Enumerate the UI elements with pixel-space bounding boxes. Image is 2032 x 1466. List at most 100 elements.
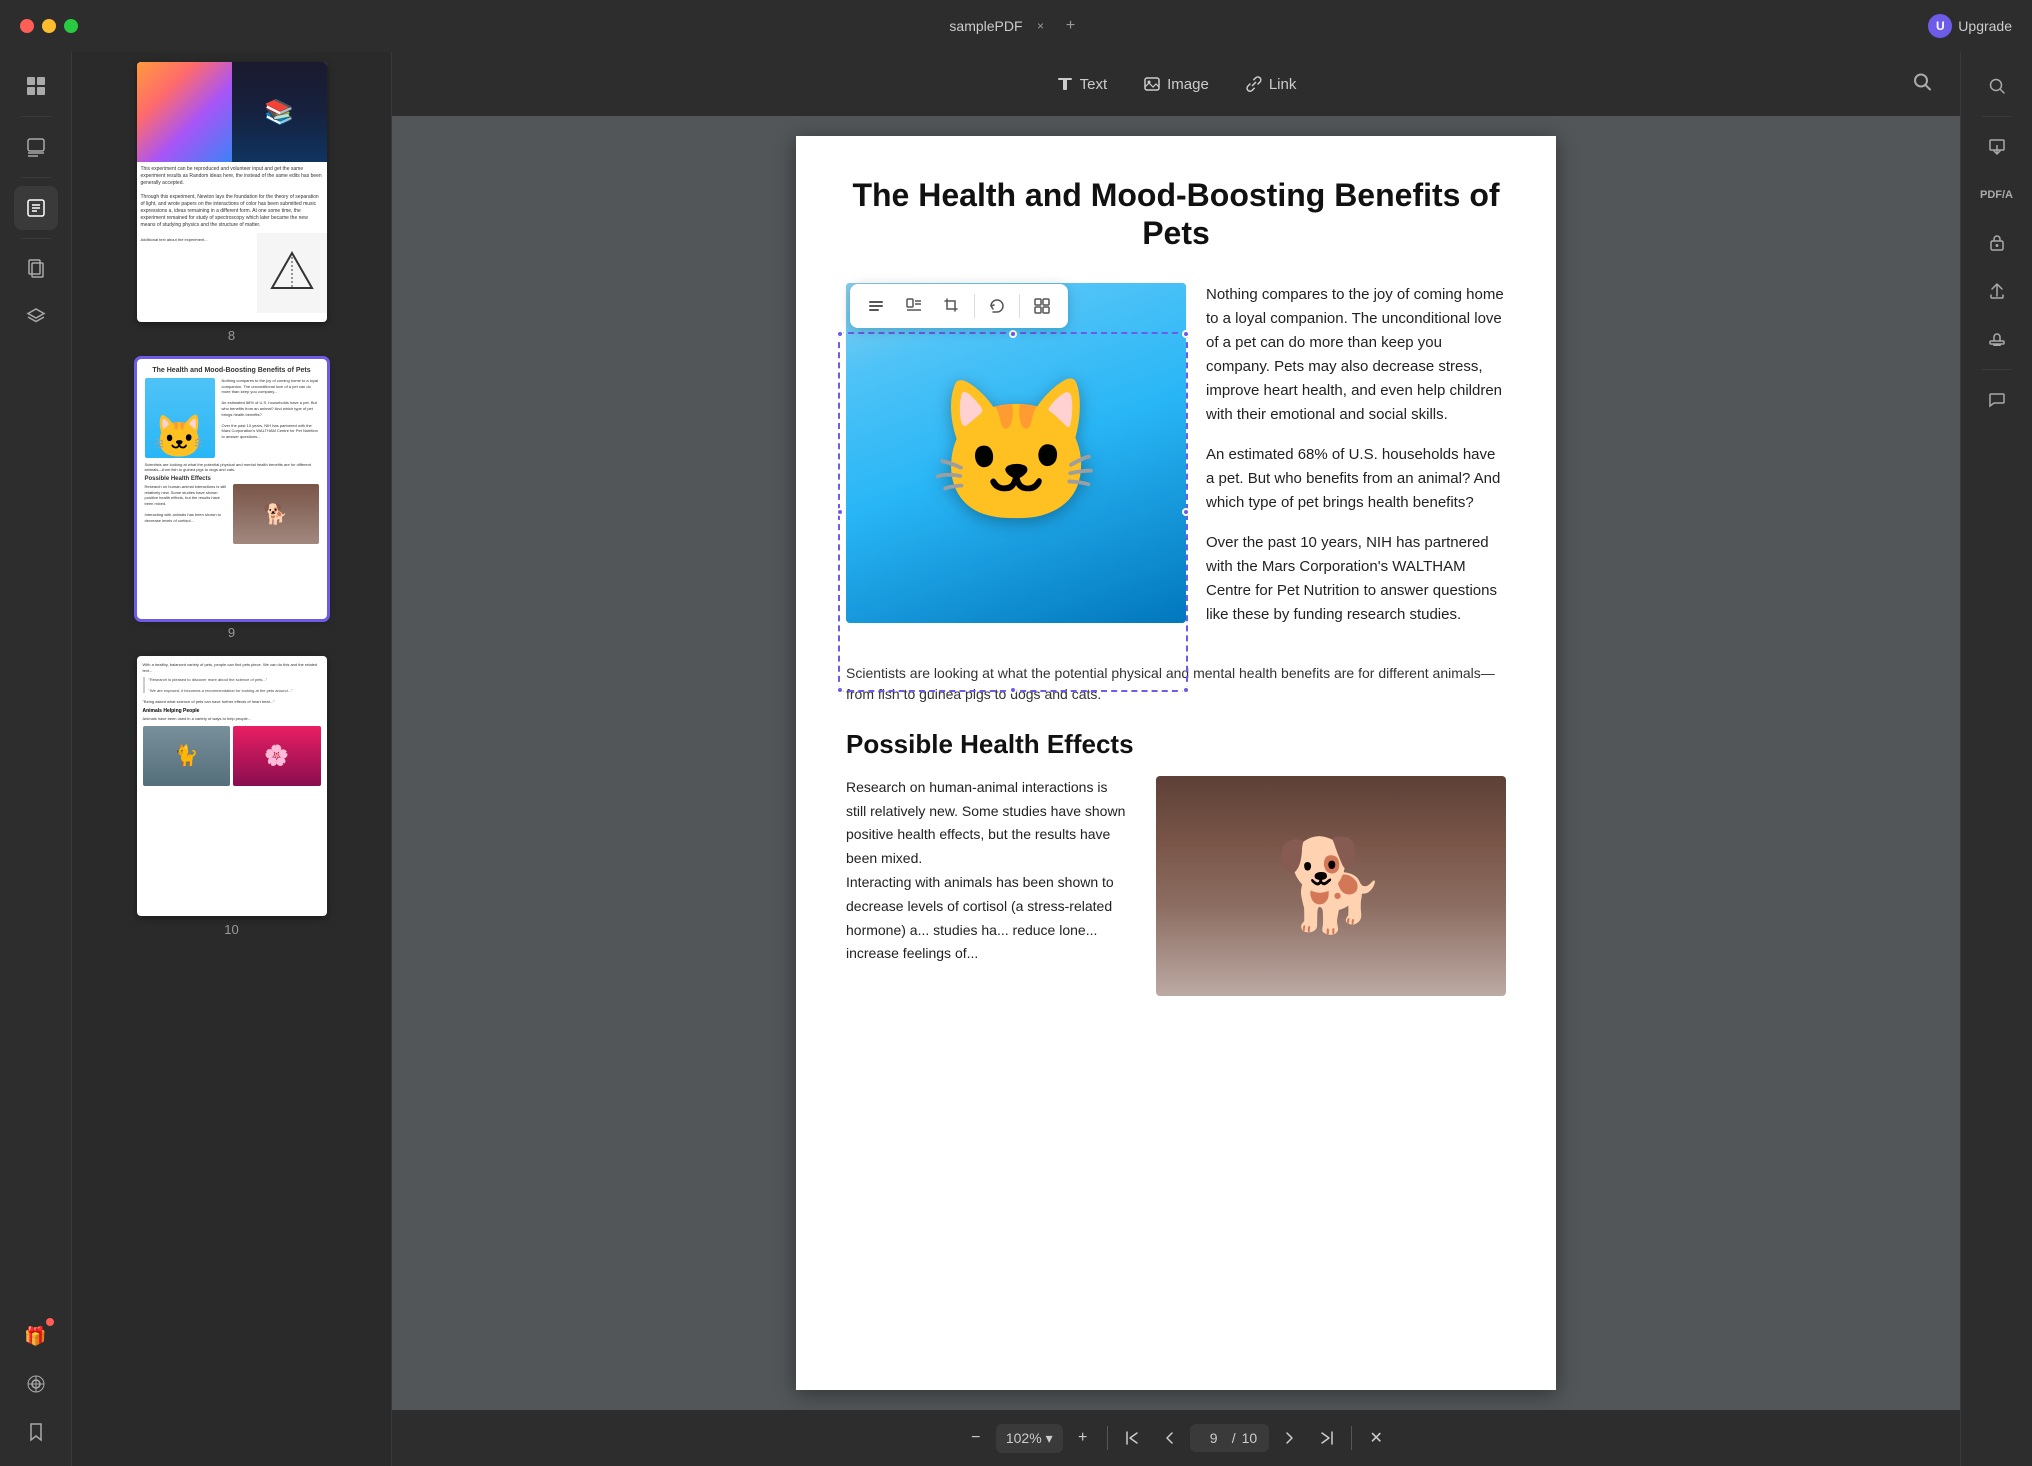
last-page-button[interactable] [1309, 1420, 1345, 1456]
image-icon [1143, 75, 1161, 93]
img-tool-more[interactable] [1026, 290, 1058, 322]
titlebar: samplePDF × + U Upgrade [0, 0, 2032, 52]
handle-top-left[interactable] [836, 330, 844, 338]
minimize-window-button[interactable] [42, 19, 56, 33]
tab-close-button[interactable]: × [1033, 18, 1049, 34]
main-area: 🎁 📚 This [0, 52, 2032, 1466]
image-tool-button[interactable]: Image [1127, 67, 1225, 101]
close-window-button[interactable] [20, 19, 34, 33]
first-page-icon [1124, 1430, 1140, 1446]
page-nav-controls: / 10 [1114, 1420, 1345, 1456]
gift-badge [46, 1318, 54, 1326]
sidebar-gift-icon[interactable]: 🎁 [14, 1314, 58, 1358]
left-sidebar: 🎁 [0, 52, 72, 1466]
page-separator: / [1232, 1430, 1236, 1446]
search-icon [1912, 72, 1932, 92]
right-divider-1 [1982, 116, 2012, 117]
add-tab-button[interactable]: + [1059, 14, 1083, 38]
prev-page-button[interactable] [1152, 1420, 1188, 1456]
zoom-out-button[interactable]: − [958, 1420, 994, 1456]
handle-top-right[interactable] [1182, 330, 1190, 338]
handle-mid-right[interactable] [1182, 508, 1190, 516]
sidebar-divider-1 [21, 116, 51, 117]
img-tool-crop[interactable] [936, 290, 968, 322]
zoom-in-button[interactable]: + [1065, 1420, 1101, 1456]
sidebar-divider-3 [21, 238, 51, 239]
thumbnail-page-9[interactable]: The Health and Mood-Boosting Benefits of… [82, 359, 381, 640]
intro-paragraph-1: Nothing compares to the joy of coming ho… [1206, 283, 1506, 427]
body-text: Research on human-animal interactions is… [846, 776, 1126, 996]
handle-bottom-right[interactable] [1182, 686, 1190, 694]
pdf-viewer: Text Image Link [392, 52, 1960, 1466]
next-page-button[interactable] [1271, 1420, 1307, 1456]
handle-bottom-left[interactable] [836, 686, 844, 694]
handle-mid-left[interactable] [836, 508, 844, 516]
pdf-page: The Health and Mood-Boosting Benefits of… [796, 136, 1556, 1390]
titlebar-right: U Upgrade [1928, 14, 2012, 38]
thumbnail-frame-10: With a healthy, balanced variety of pets… [137, 656, 327, 916]
sidebar-layers2-icon[interactable] [14, 1362, 58, 1406]
zoom-chevron: ▾ [1046, 1430, 1053, 1447]
window-controls [20, 19, 78, 33]
img-tool-align[interactable] [860, 290, 892, 322]
sidebar-edit-icon[interactable] [14, 125, 58, 169]
sidebar-pages-icon[interactable] [14, 247, 58, 291]
sidebar-layers-icon[interactable] [14, 295, 58, 339]
maximize-window-button[interactable] [64, 19, 78, 33]
zoom-display[interactable]: 102% ▾ [996, 1424, 1063, 1453]
sidebar-bookmark-icon[interactable] [14, 1410, 58, 1454]
current-page-input[interactable] [1202, 1430, 1226, 1446]
bottom-content-row: Research on human-animal interactions is… [846, 776, 1506, 996]
link-tool-button[interactable]: Link [1229, 67, 1313, 101]
first-page-button[interactable] [1114, 1420, 1150, 1456]
img-tool-separator [974, 294, 975, 318]
tab-label[interactable]: samplePDF [949, 18, 1022, 34]
pdf-bottom-bar: − 102% ▾ + [392, 1410, 1960, 1466]
search-icon [1987, 76, 2007, 96]
thumbnail-number-10: 10 [224, 922, 238, 937]
thumb8-text: This experiment can be reproduced and vo… [137, 162, 327, 233]
thumbnail-panel[interactable]: 📚 This experiment can be reproduced and … [72, 52, 392, 1466]
upgrade-button[interactable]: U Upgrade [1928, 14, 2012, 38]
link-icon [1245, 75, 1263, 93]
last-page-icon [1319, 1430, 1335, 1446]
body-paragraph-1: Research on human-animal interactions is… [846, 776, 1126, 871]
text-tool-button[interactable]: Text [1040, 67, 1124, 101]
image-tool-label: Image [1167, 76, 1209, 93]
text-icon [1056, 75, 1074, 93]
handle-bottom-mid[interactable] [1009, 686, 1017, 694]
thumbnail-frame-9: The Health and Mood-Boosting Benefits of… [137, 359, 327, 619]
link-tool-label: Link [1269, 76, 1297, 93]
img-tool-wrap[interactable] [898, 290, 930, 322]
page-title: The Health and Mood-Boosting Benefits of… [846, 176, 1506, 253]
zoom-value: 102% [1006, 1430, 1042, 1446]
content-text: Nothing compares to the joy of coming ho… [1206, 283, 1506, 643]
img-tool-replace[interactable] [981, 290, 1013, 322]
thumb8-triangle-img [257, 233, 327, 313]
image-selection-overlay[interactable] [838, 332, 1188, 692]
right-pdfa-icon[interactable]: PDF/A [1975, 173, 2019, 217]
right-share-icon[interactable] [1975, 269, 2019, 313]
intro-paragraph-3: Over the past 10 years, NIH has partnere… [1206, 531, 1506, 627]
right-search-icon[interactable] [1975, 64, 2019, 108]
page-input-group: / 10 [1190, 1424, 1269, 1452]
sidebar-annotate-icon[interactable] [14, 186, 58, 230]
search-toolbar-button[interactable] [1904, 64, 1940, 105]
right-import-icon[interactable] [1975, 125, 2019, 169]
stamp-icon [1987, 329, 2007, 349]
section-title: Possible Health Effects [846, 729, 1506, 760]
dog-photo: 🐕 [1156, 776, 1506, 996]
handle-top-mid[interactable] [1009, 330, 1017, 338]
right-chat-icon[interactable] [1975, 378, 2019, 422]
thumbnail-page-10[interactable]: With a healthy, balanced variety of pets… [82, 656, 381, 937]
sidebar-thumbnail-icon[interactable] [14, 64, 58, 108]
right-stamp-icon[interactable] [1975, 317, 2019, 361]
right-secure-icon[interactable] [1975, 221, 2019, 265]
pdf-content-area[interactable]: The Health and Mood-Boosting Benefits of… [392, 116, 1960, 1410]
thumbnail-number-8: 8 [228, 328, 235, 343]
close-bottom-button[interactable]: ✕ [1358, 1420, 1394, 1456]
body-paragraph-2: Interacting with animals has been shown … [846, 871, 1126, 966]
thumbnail-page-8[interactable]: 📚 This experiment can be reproduced and … [82, 62, 381, 343]
dog-emoji: 🐕 [1275, 833, 1387, 938]
sidebar-divider-2 [21, 177, 51, 178]
